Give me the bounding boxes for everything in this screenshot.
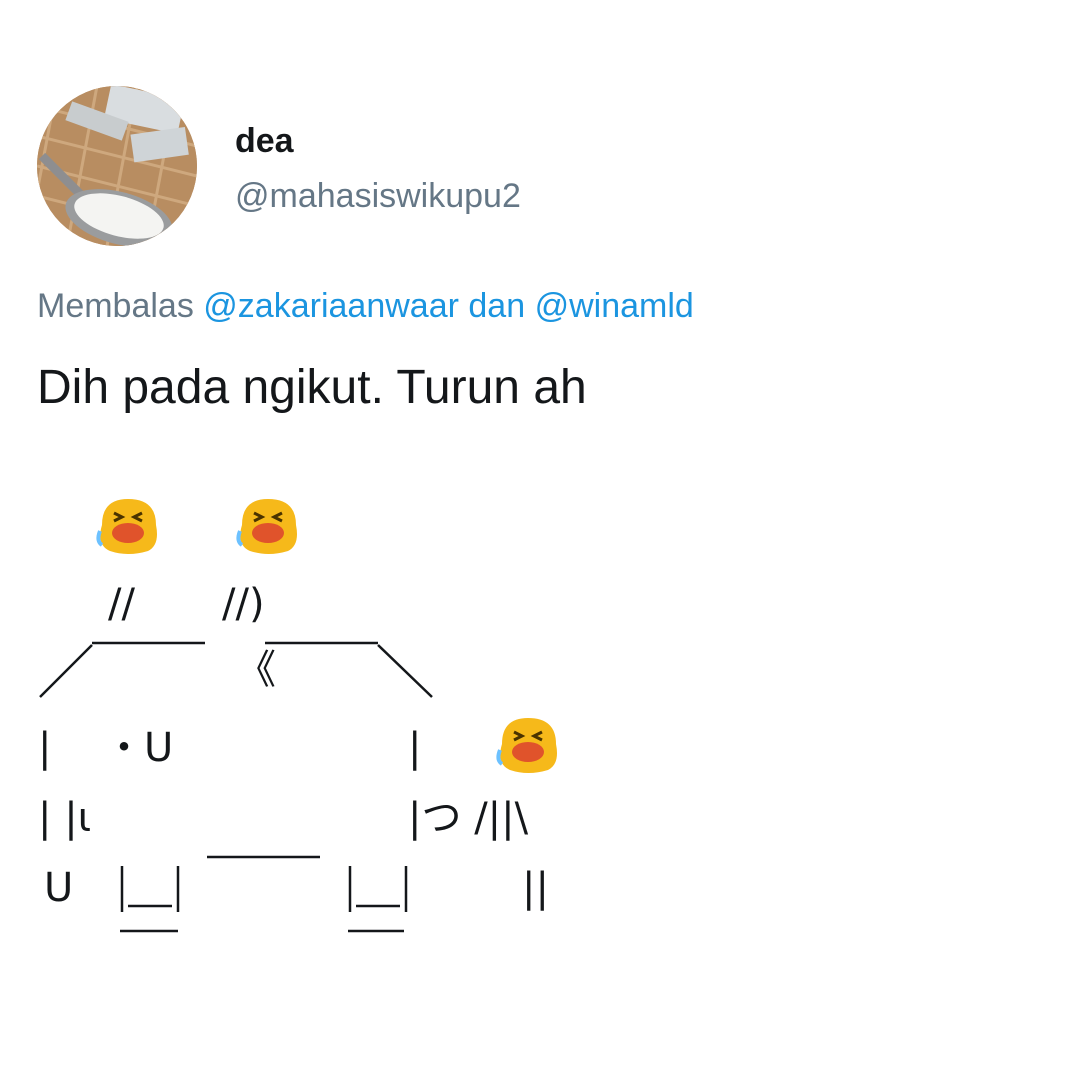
crying-face-icon	[96, 499, 157, 554]
crying-face-icon	[236, 499, 297, 554]
art-text: |	[408, 725, 422, 771]
art-text: //	[108, 581, 135, 627]
crying-face-icon	[496, 718, 557, 773]
art-text: | |ι	[38, 795, 92, 841]
mention-link[interactable]: @winamld	[535, 287, 694, 325]
art-text: U	[44, 865, 74, 911]
avatar[interactable]	[37, 86, 197, 246]
art-text: ||	[522, 865, 549, 911]
art-text: |	[38, 725, 52, 771]
user-handle[interactable]: @mahasiswikupu2	[235, 177, 521, 216]
reply-context: Membalas @zakariaanwaar dan @winamld	[37, 287, 694, 326]
avatar-image	[37, 86, 197, 246]
art-text: |つ /||\	[408, 795, 529, 841]
reply-prefix: Membalas	[37, 287, 194, 325]
art-text: ・U	[104, 725, 174, 771]
art-text: //)	[222, 581, 265, 627]
tweet-text: Dih pada ngikut. Turun ah	[37, 361, 587, 414]
reply-joiner: dan	[468, 287, 526, 325]
mention-link[interactable]: @zakariaanwaar	[203, 287, 459, 325]
art-text: 《	[236, 647, 276, 693]
display-name[interactable]: dea	[235, 122, 294, 161]
